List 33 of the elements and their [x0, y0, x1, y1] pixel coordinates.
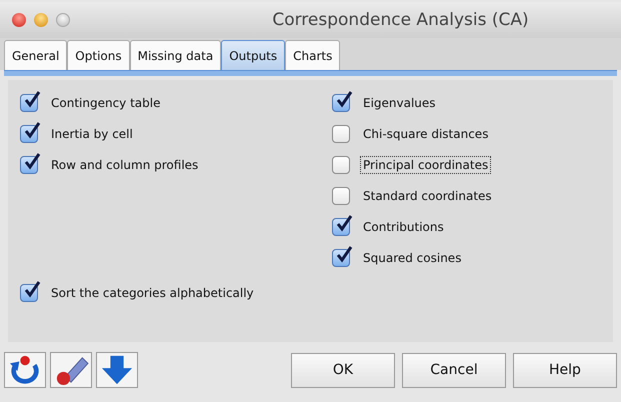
- option-label: Squared cosines: [362, 250, 462, 266]
- tab[interactable]: Missing data: [130, 40, 222, 70]
- option-label: Contributions: [362, 218, 445, 236]
- checkbox[interactable]: [332, 186, 350, 204]
- window-title: Correspondence Analysis (CA): [271, 10, 530, 30]
- dialog-button[interactable]: Help: [513, 352, 617, 388]
- tab[interactable]: Charts: [285, 40, 340, 70]
- checkbox[interactable]: [332, 248, 350, 266]
- tab[interactable]: General: [4, 40, 68, 70]
- dialog-button[interactable]: OK: [291, 352, 395, 388]
- checkbox[interactable]: [20, 156, 38, 174]
- checkbox[interactable]: [332, 124, 350, 142]
- option-label: Row and column profiles: [50, 156, 200, 174]
- checkbox[interactable]: [20, 94, 38, 112]
- option-label: Chi-square distances: [362, 126, 490, 142]
- tab[interactable]: Options: [67, 40, 130, 70]
- option-label: Standard coordinates: [362, 188, 493, 204]
- option-label: Eigenvalues: [362, 94, 437, 112]
- dialog-button[interactable]: Cancel: [402, 352, 506, 388]
- option-label: Inertia by cell: [50, 126, 134, 142]
- tab[interactable]: Outputs: [221, 40, 286, 70]
- reset-button[interactable]: [4, 352, 46, 388]
- option-label: Sort the categories alphabetically: [50, 284, 255, 302]
- checkbox[interactable]: [20, 124, 38, 142]
- down-button[interactable]: [96, 352, 138, 388]
- option-label: Contingency table: [50, 94, 162, 112]
- checkbox[interactable]: [332, 218, 350, 236]
- clear-button[interactable]: [50, 352, 92, 388]
- checkbox[interactable]: [332, 156, 350, 174]
- checkbox[interactable]: [20, 284, 38, 302]
- close-icon[interactable]: [12, 13, 26, 27]
- option-label: Principal coordinates: [360, 156, 492, 174]
- checkbox[interactable]: [332, 94, 350, 112]
